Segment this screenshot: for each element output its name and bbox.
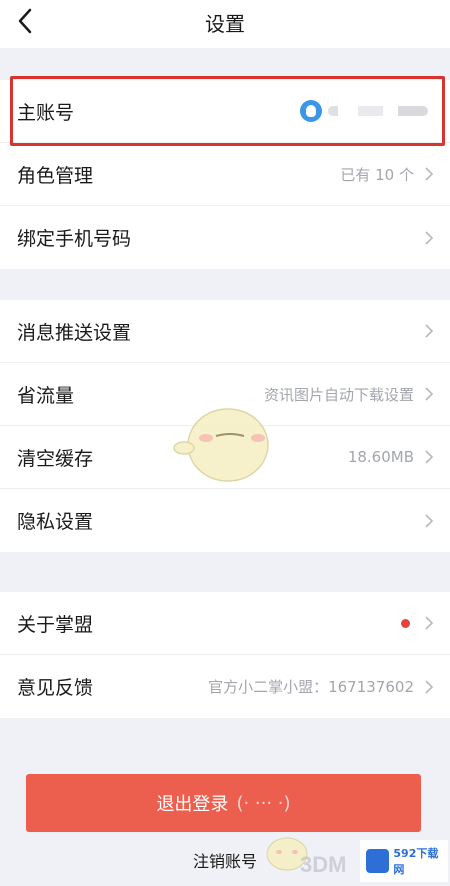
- push-settings-row[interactable]: 消息推送设置: [0, 300, 450, 363]
- data-saver-value: 资讯图片自动下载设置: [263, 385, 414, 404]
- clear-cache-label: 清空缓存: [17, 447, 94, 470]
- site-logo-icon: [366, 849, 390, 873]
- mascot-watermark-icon: [173, 408, 269, 482]
- navigation-bar: 设置: [0, 0, 450, 48]
- logout-label: 退出登录: [156, 794, 229, 815]
- chevron-right-icon: [425, 230, 434, 245]
- site-watermark-text: 592下载网: [393, 847, 439, 876]
- feedback-contact: 官方小二掌小盟：167137602: [208, 678, 414, 696]
- chevron-right-icon: [425, 387, 434, 401]
- page-title: 设置: [205, 12, 245, 36]
- highlight-box: [10, 76, 445, 146]
- brand-watermark: 3DM: [300, 852, 347, 877]
- cache-size: 18.60MB: [347, 448, 414, 466]
- new-badge-dot: [401, 618, 410, 628]
- privacy-settings-row[interactable]: 隐私设置: [0, 489, 450, 552]
- chevron-right-icon: [425, 167, 434, 181]
- site-watermark: 592下载网: [360, 840, 448, 882]
- about-row[interactable]: 关于掌盟: [0, 592, 450, 655]
- push-settings-label: 消息推送设置: [17, 321, 132, 344]
- chevron-right-icon: [425, 513, 434, 528]
- privacy-settings-label: 隐私设置: [17, 511, 94, 533]
- bind-phone-label: 绑定手机号码: [17, 228, 132, 250]
- bind-phone-row[interactable]: 绑定手机号码: [0, 206, 450, 269]
- role-count: 已有 10 个: [340, 165, 414, 184]
- data-saver-label: 省流量: [17, 384, 75, 407]
- chevron-right-icon: [425, 450, 434, 464]
- role-management-row[interactable]: 角色管理 已有 10 个: [0, 143, 450, 206]
- about-label: 关于掌盟: [17, 613, 94, 636]
- feedback-label: 意见反馈: [17, 677, 94, 699]
- chevron-right-icon: [425, 616, 434, 630]
- chevron-right-icon: [425, 324, 434, 338]
- chevron-right-icon: [425, 679, 434, 694]
- role-management-label: 角色管理: [17, 164, 94, 187]
- logout-button[interactable]: 退出登录 (· ··· ·): [26, 774, 421, 832]
- masked-account-suffix: (· ··· ·): [236, 792, 291, 814]
- feedback-row[interactable]: 意见反馈 官方小二掌小盟：167137602: [0, 655, 450, 718]
- about-group: 关于掌盟 意见反馈 官方小二掌小盟：167137602: [0, 592, 450, 718]
